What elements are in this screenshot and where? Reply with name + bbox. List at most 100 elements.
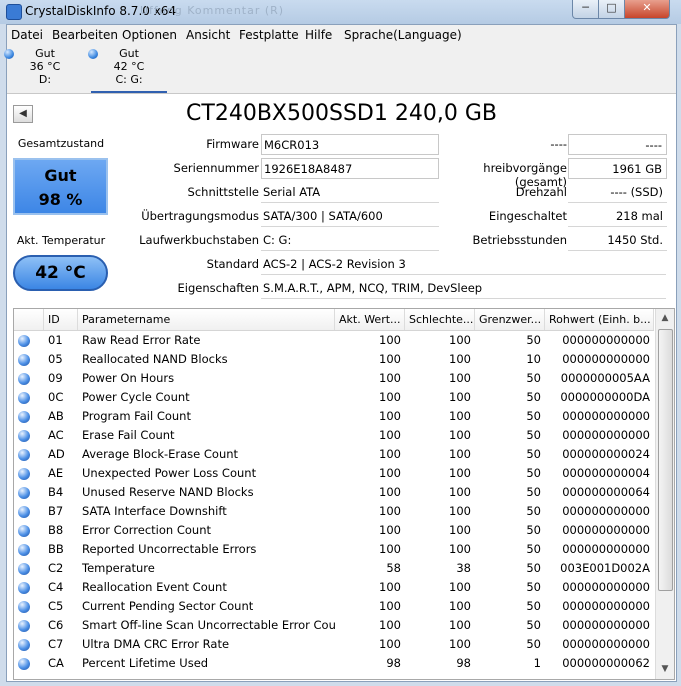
row-worst: 100	[449, 523, 471, 537]
row-raw: 0000000005AA	[560, 371, 650, 385]
title-bar: CrystalDiskInfo 8.7.0 x64 Uffung Komment…	[0, 0, 681, 24]
row-name: Raw Read Error Rate	[82, 333, 201, 347]
maximize-button[interactable]: □	[598, 0, 625, 19]
minimize-button[interactable]: ─	[572, 0, 599, 19]
menu-bearbeiten[interactable]: Bearbeiten	[52, 28, 118, 42]
row-name: Unused Reserve NAND Blocks	[82, 485, 254, 499]
standard-value: ACS-2 | ACS-2 Revision 3	[261, 254, 666, 275]
row-raw: 0000000000DA	[560, 390, 650, 404]
menu-datei[interactable]: Datei	[11, 28, 43, 42]
drive-temp: 42 °C	[113, 60, 145, 73]
row-raw: 000000000000	[562, 523, 650, 537]
menu-festplatte[interactable]: Festplatte	[239, 28, 299, 42]
row-raw: 000000000000	[562, 352, 650, 366]
temperature-button[interactable]: 42 °C	[13, 255, 108, 291]
scroll-down-icon[interactable]: ▼	[657, 661, 673, 678]
table-row[interactable]: C4 Reallocation Event Count 100 100 50 000000…	[14, 578, 654, 597]
current-column-header[interactable]: Akt. Wert...	[335, 309, 405, 330]
row-threshold: 50	[526, 485, 541, 499]
status-dot-icon	[18, 487, 30, 499]
table-row[interactable]: C5 Current Pending Sector Count 100 100 50 00…	[14, 597, 654, 616]
table-row[interactable]: AD Average Block-Erase Count 100 100 50 00000…	[14, 445, 654, 464]
background-window-text: Uffung Kommentar (R)	[140, 4, 285, 17]
status-dot-icon	[18, 468, 30, 480]
drive-letter: C: G:	[115, 73, 143, 86]
serial-value: 1926E18A8487	[261, 158, 439, 179]
status-dot-icon	[18, 620, 30, 632]
scroll-thumb[interactable]	[658, 329, 673, 591]
row-name: Reallocation Event Count	[82, 580, 227, 594]
name-column-header[interactable]: Parametername	[78, 309, 335, 330]
row-name: Smart Off-line Scan Uncorrectable Error …	[82, 618, 335, 632]
row-name: Percent Lifetime Used	[82, 656, 209, 670]
row-raw: 000000000000	[562, 333, 650, 347]
row-raw: 000000000024	[562, 447, 650, 461]
row-threshold: 50	[526, 618, 541, 632]
threshold-column-header[interactable]: Grenzwer...	[475, 309, 545, 330]
app-icon	[6, 4, 22, 20]
drive-letters-value: C: G:	[261, 230, 439, 251]
status-dot-icon	[18, 525, 30, 537]
table-row[interactable]: AC Erase Fail Count 100 100 50 000000000000	[14, 426, 654, 445]
scroll-up-icon[interactable]: ▲	[657, 310, 673, 327]
table-row[interactable]: AE Unexpected Power Loss Count 100 100 50 000…	[14, 464, 654, 483]
table-row[interactable]: 01 Raw Read Error Rate 100 100 50 00000000000…	[14, 331, 654, 350]
row-threshold: 50	[526, 466, 541, 480]
status-column-header[interactable]	[14, 309, 44, 330]
table-row[interactable]: BB Reported Uncorrectable Errors 100 100 50 0…	[14, 540, 654, 559]
row-worst: 100	[449, 618, 471, 632]
drive-status-icon	[4, 49, 14, 59]
drive-tab-d[interactable]: Gut 36 °C D:	[4, 47, 83, 91]
menu-sprache[interactable]: Sprache(Language)	[344, 28, 462, 42]
interface-value: Serial ATA	[261, 182, 439, 203]
row-worst: 100	[449, 580, 471, 594]
id-column-header[interactable]: ID	[44, 309, 78, 330]
row-name: Current Pending Sector Count	[82, 599, 254, 613]
row-raw: 000000000000	[562, 504, 650, 518]
menu-optionen[interactable]: Optionen	[122, 28, 177, 42]
worst-column-header[interactable]: Schlechte...	[405, 309, 475, 330]
table-row[interactable]: 09 Power On Hours 100 100 50 0000000005AA	[14, 369, 654, 388]
row-worst: 100	[449, 485, 471, 499]
drive-tab-c[interactable]: Gut 42 °C C: G:	[88, 47, 167, 93]
menu-ansicht[interactable]: Ansicht	[186, 28, 230, 42]
table-row[interactable]: B8 Error Correction Count 100 100 50 00000000…	[14, 521, 654, 540]
rotation-rate-label: Drehzahl	[515, 185, 567, 199]
row-name: Average Block-Erase Count	[82, 447, 239, 461]
row-worst: 98	[456, 656, 471, 670]
status-dot-icon	[18, 639, 30, 651]
close-button[interactable]: ✕	[624, 0, 670, 19]
row-current: 100	[379, 466, 401, 480]
status-dot-icon	[18, 354, 30, 366]
table-row[interactable]: 05 Reallocated NAND Blocks 100 100 10 0000000…	[14, 350, 654, 369]
table-row[interactable]: AB Program Fail Count 100 100 50 000000000000	[14, 407, 654, 426]
raw-column-header[interactable]: Rohwert (Einh. b...	[545, 309, 654, 330]
row-current: 100	[379, 504, 401, 518]
temperature-label: Akt. Temperatur	[16, 234, 106, 247]
row-worst: 100	[449, 409, 471, 423]
row-name: Reallocated NAND Blocks	[82, 352, 228, 366]
row-name: Reported Uncorrectable Errors	[82, 542, 257, 556]
smart-attribute-table[interactable]: ID Parametername Akt. Wert... Schlechte.…	[13, 308, 675, 680]
table-row[interactable]: 0C Power Cycle Count 100 100 50 0000000000DA	[14, 388, 654, 407]
model-title: CT240BX500SSD1 240,0 GB	[186, 101, 497, 126]
menu-hilfe[interactable]: Hilfe	[305, 28, 332, 42]
table-row[interactable]: CA Percent Lifetime Used 98 98 1 000000000062	[14, 654, 654, 673]
table-scrollbar[interactable]: ▲ ▼	[655, 309, 674, 679]
row-id: AC	[48, 428, 64, 442]
health-status-button[interactable]: Gut 98 %	[13, 158, 108, 215]
table-row[interactable]: B4 Unused Reserve NAND Blocks 100 100 50 0000…	[14, 483, 654, 502]
table-row[interactable]: C2 Temperature 58 38 50 003E001D002A	[14, 559, 654, 578]
row-id: C7	[48, 637, 64, 651]
table-row[interactable]: C6 Smart Off-line Scan Uncorrectable Erro…	[14, 616, 654, 635]
table-row[interactable]: C7 Ultra DMA CRC Error Rate 100 100 50 000000…	[14, 635, 654, 654]
unknown-value: ----	[568, 134, 667, 155]
row-id: CA	[48, 656, 64, 670]
row-name: Program Fail Count	[82, 409, 191, 423]
health-status: Gut	[44, 166, 77, 185]
row-threshold: 50	[526, 561, 541, 575]
row-threshold: 10	[526, 352, 541, 366]
table-row[interactable]: B7 SATA Interface Downshift 100 100 50 000000…	[14, 502, 654, 521]
row-worst: 100	[449, 390, 471, 404]
row-raw: 000000000000	[562, 428, 650, 442]
